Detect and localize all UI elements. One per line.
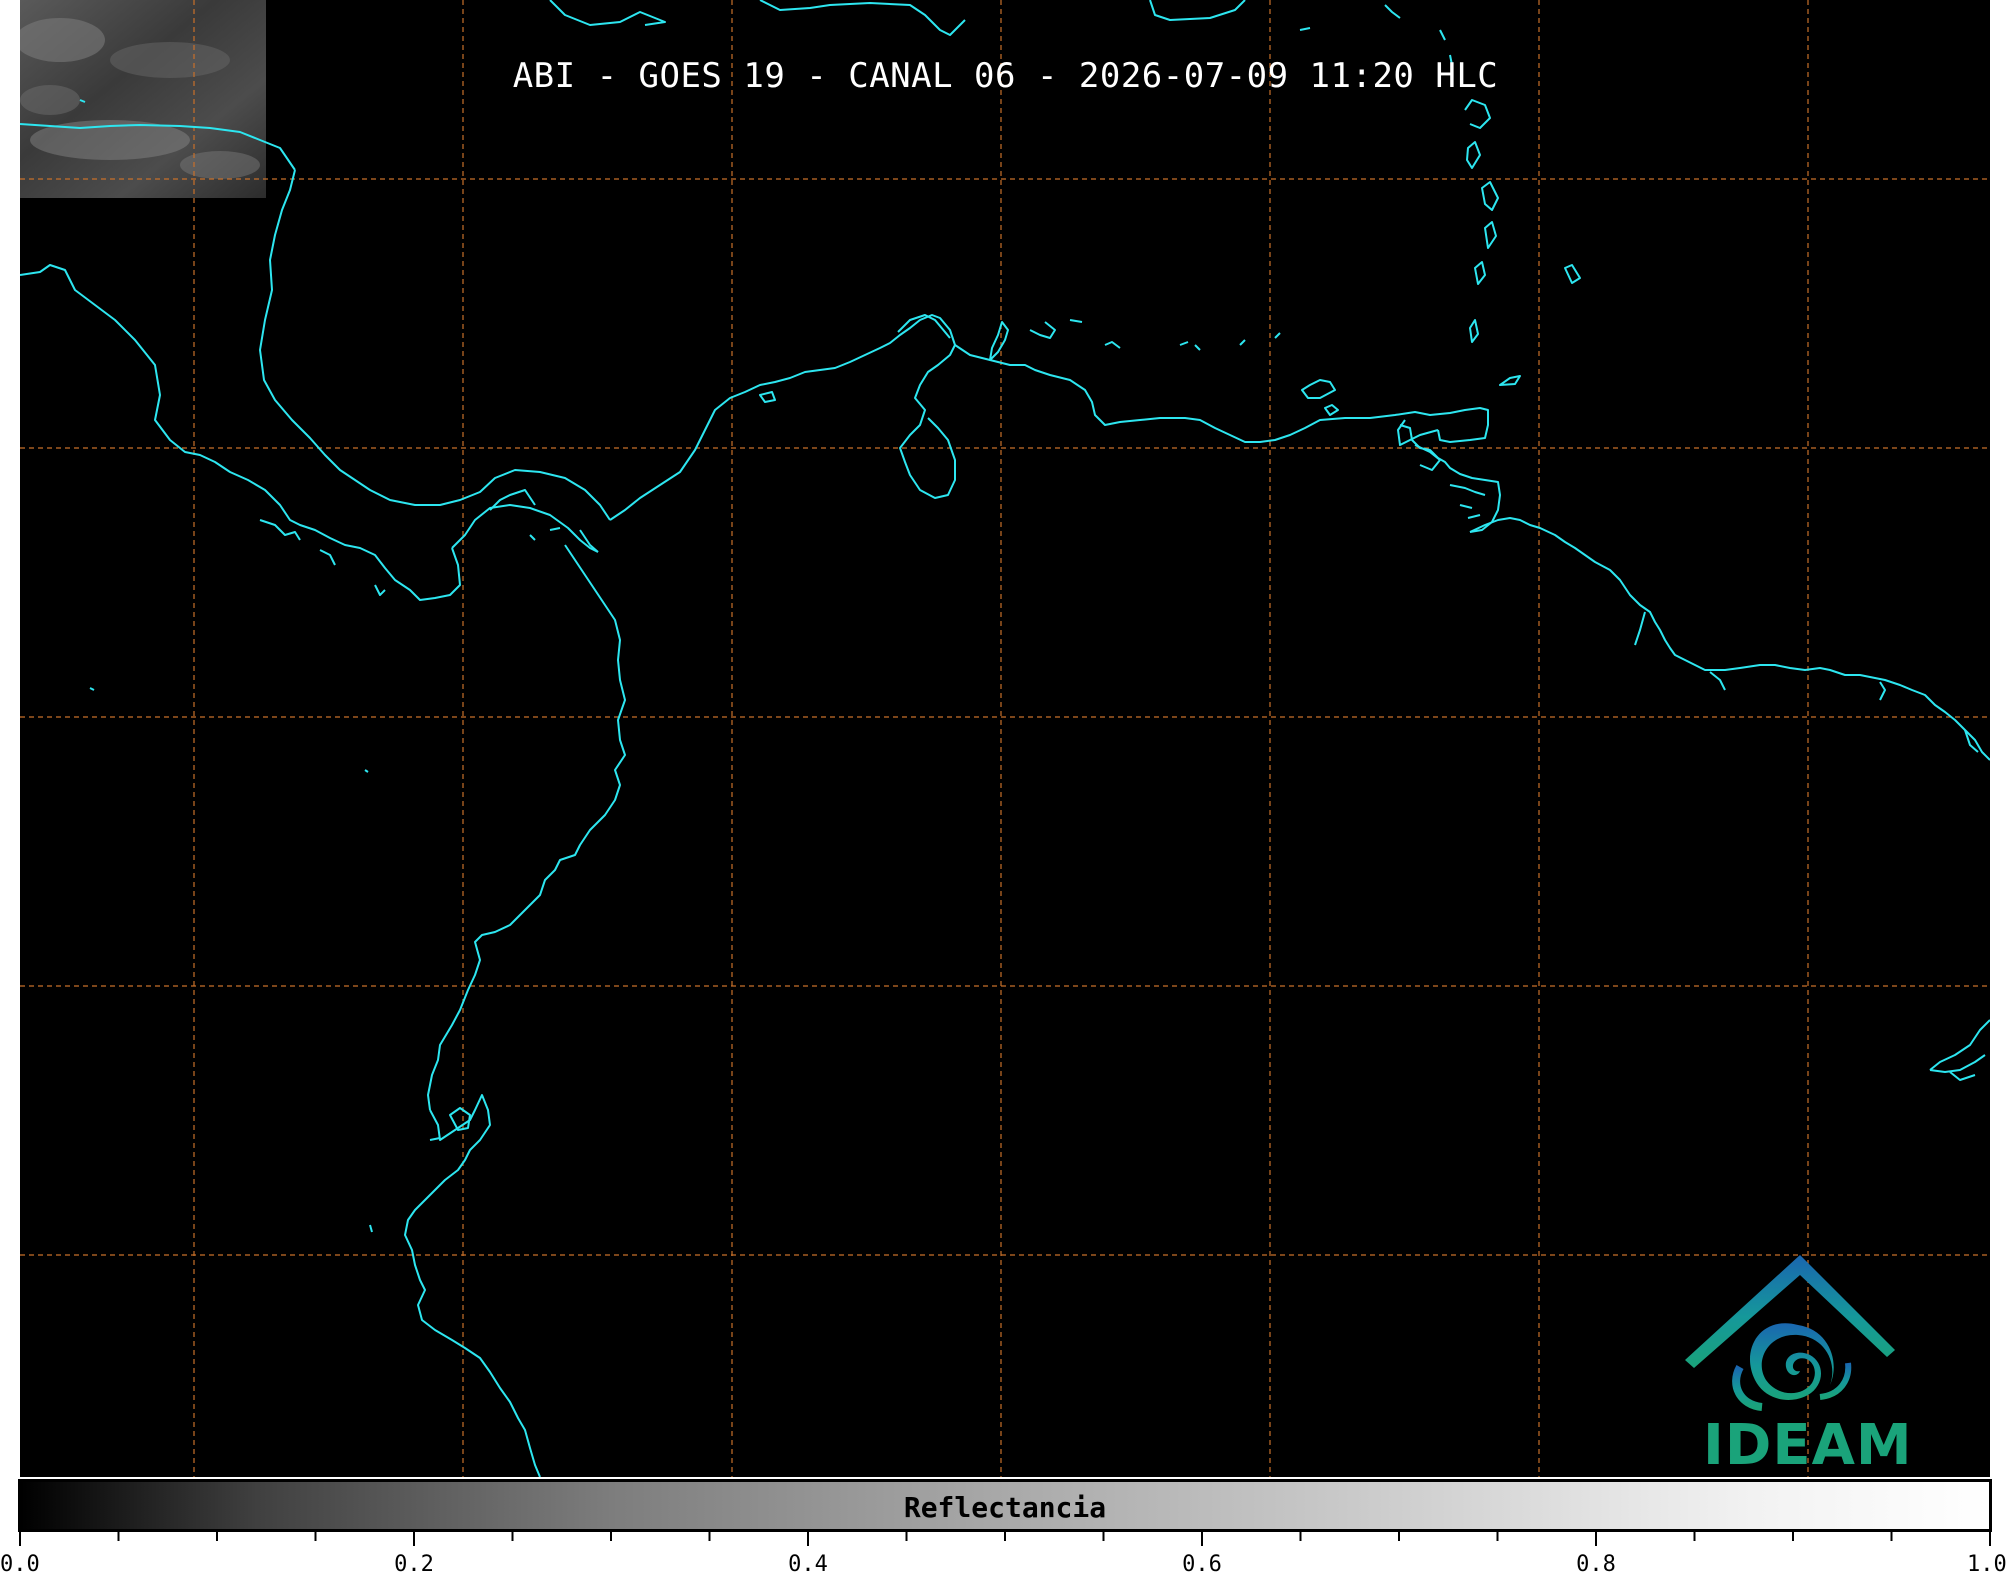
ideam-logo-text: IDEAM xyxy=(1703,1413,1913,1477)
cloud-imagery xyxy=(20,0,266,198)
satellite-map[interactable]: IDEAM xyxy=(20,0,1990,1477)
colorbar: Reflectancia xyxy=(18,1479,1992,1532)
colorbar-tick-label: 0.2 xyxy=(394,1552,434,1577)
colorbar-axis xyxy=(19,1532,1991,1546)
colorbar-tick-label: 0.0 xyxy=(0,1552,40,1577)
colorbar-tick-label: 0.8 xyxy=(1576,1552,1616,1577)
colorbar-tick-label: 1.0 xyxy=(1967,1552,2007,1577)
colorbar-tick-label: 0.6 xyxy=(1182,1552,1222,1577)
colorbar-tick-label: 0.4 xyxy=(788,1552,828,1577)
colorbar-label: Reflectancia xyxy=(903,1491,1107,1524)
